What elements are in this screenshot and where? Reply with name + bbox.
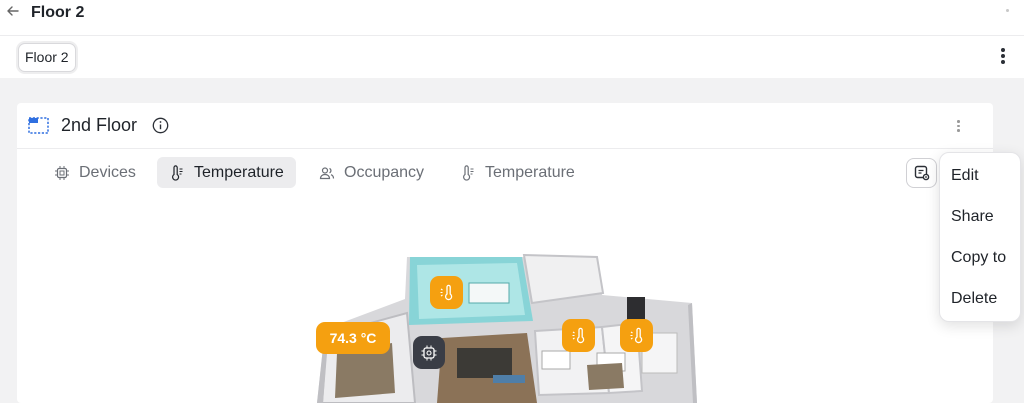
tab-temperature[interactable]: Temperature	[157, 157, 296, 188]
temperature-marker[interactable]	[620, 319, 653, 352]
temperature-value-label[interactable]: 74.3 °C	[316, 322, 390, 354]
device-marker[interactable]	[413, 336, 445, 369]
floor-selector-bar: Floor 2	[0, 36, 1024, 78]
menu-item-edit[interactable]: Edit	[951, 167, 979, 185]
people-icon	[319, 166, 335, 179]
top-bar: Floor 2	[0, 0, 1024, 36]
tab-label: Temperature	[194, 163, 284, 181]
tab-label: Temperature	[485, 163, 575, 181]
tab-occupancy[interactable]: Occupancy	[307, 157, 436, 188]
more-options-icon[interactable]	[996, 46, 1010, 66]
menu-item-copy-to[interactable]: Copy to	[951, 249, 1006, 267]
thermometer-icon	[172, 164, 183, 181]
temperature-marker[interactable]	[430, 276, 463, 309]
settings-pane-icon[interactable]	[906, 158, 937, 188]
tab-label: Occupancy	[344, 163, 425, 181]
thermometer-icon	[463, 164, 474, 181]
menu-item-delete[interactable]: Delete	[951, 290, 997, 308]
chip-icon	[421, 345, 437, 360]
floor-plan-icon	[28, 117, 49, 134]
page-title: Floor 2	[31, 4, 85, 21]
card-more-icon[interactable]	[957, 120, 960, 132]
tab-devices[interactable]: Devices	[42, 157, 148, 188]
menu-item-share[interactable]: Share	[951, 208, 994, 226]
card-header: 2nd Floor	[17, 103, 993, 149]
tab-temperature-2[interactable]: Temperature	[448, 157, 587, 188]
context-menu: Edit Share Copy to Delete	[939, 152, 1021, 322]
tab-label: Devices	[79, 163, 136, 181]
window-dot-icon	[1006, 9, 1009, 12]
card-title: 2nd Floor	[61, 115, 138, 135]
info-icon[interactable]	[152, 117, 169, 134]
floor-card: 2nd Floor Devices Temperature Occupancy	[17, 103, 993, 403]
back-arrow-icon[interactable]	[4, 4, 22, 22]
temperature-marker[interactable]	[562, 319, 595, 352]
chip-icon	[55, 165, 69, 180]
floor-chip[interactable]: Floor 2	[18, 43, 76, 72]
